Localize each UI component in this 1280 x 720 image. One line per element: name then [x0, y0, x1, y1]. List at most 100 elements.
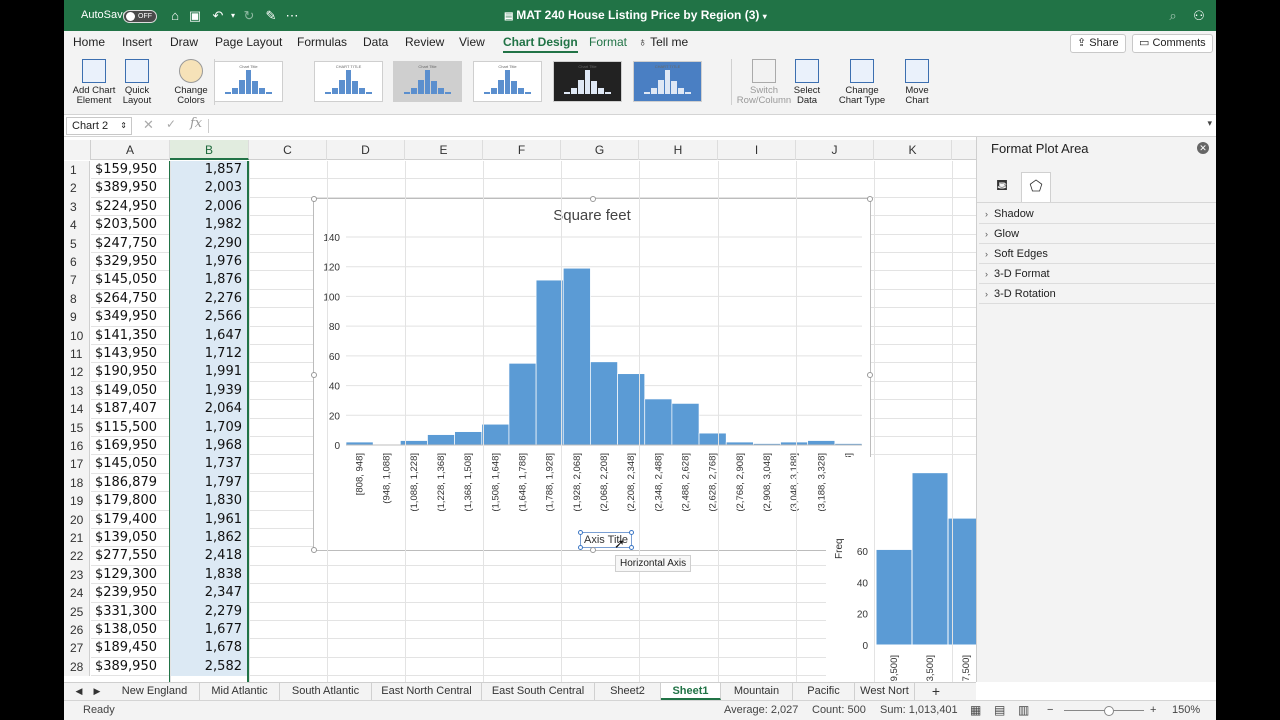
histogram-bar[interactable] — [454, 431, 483, 446]
tab-formulas[interactable]: Formulas — [297, 35, 347, 49]
row-number[interactable]: 3 — [64, 197, 90, 217]
autosave-toggle[interactable]: OFF — [123, 10, 157, 23]
undo-dropdown-icon[interactable]: ▾ — [225, 8, 241, 23]
enter-icon[interactable]: ✓ — [166, 117, 176, 131]
row-number[interactable]: 19 — [64, 492, 90, 511]
row-number[interactable]: 27 — [64, 639, 90, 658]
close-icon[interactable]: ✕ — [1197, 142, 1209, 154]
cell-price[interactable]: $139,050 — [91, 529, 169, 547]
column-header-d[interactable]: D — [327, 140, 405, 160]
chart-resize-handle[interactable] — [311, 372, 317, 378]
chart-resize-handle[interactable] — [867, 372, 873, 378]
zoom-level[interactable]: 150% — [1172, 701, 1200, 720]
section-shadow[interactable]: › Shadow — [979, 204, 1215, 224]
histogram-bar[interactable] — [535, 279, 564, 446]
chart-resize-handle[interactable] — [590, 196, 596, 202]
row-number[interactable]: 16 — [64, 437, 90, 456]
cell-price[interactable]: $329,950 — [91, 253, 169, 271]
edit-icon[interactable]: ✎ — [263, 8, 279, 23]
row-number[interactable]: 5 — [64, 234, 90, 253]
tab-insert[interactable]: Insert — [122, 35, 152, 49]
row-number[interactable]: 18 — [64, 473, 90, 493]
formula-expand-icon[interactable]: ▾ — [1207, 118, 1212, 129]
select-all-corner[interactable] — [64, 140, 91, 160]
row-number[interactable]: 8 — [64, 289, 90, 309]
save-icon[interactable]: ▣ — [187, 8, 203, 23]
more-icon[interactable]: ⋯ — [284, 8, 300, 23]
chart-resize-handle[interactable] — [590, 547, 596, 553]
column-header-c[interactable]: C — [249, 140, 327, 160]
cell-price[interactable]: $115,500 — [91, 419, 169, 437]
row-number[interactable]: 13 — [64, 381, 90, 401]
row-number[interactable]: 25 — [64, 602, 90, 621]
select-data-button[interactable]: Select Data — [792, 59, 822, 106]
sheet-tab-south-atlantic[interactable]: South Atlantic — [280, 683, 372, 700]
histogram-bar[interactable] — [911, 472, 949, 646]
chart-style-3[interactable]: Chart Title — [393, 61, 462, 102]
cell-price[interactable]: $264,750 — [91, 290, 169, 308]
cell-price[interactable]: $203,500 — [91, 216, 169, 234]
sheet-tab-east-north-central[interactable]: East North Central — [372, 683, 482, 700]
row-number[interactable]: 10 — [64, 326, 90, 345]
name-box[interactable]: Chart 2 ⇕ — [66, 117, 132, 135]
histogram-bar[interactable] — [617, 373, 646, 446]
cell-price[interactable]: $145,050 — [91, 455, 169, 473]
cell-price[interactable]: $145,050 — [91, 271, 169, 289]
undo-icon[interactable]: ↶ — [210, 8, 226, 23]
cell-price[interactable]: $141,350 — [91, 327, 169, 345]
row-number[interactable]: 28 — [64, 657, 90, 677]
row-number[interactable]: 7 — [64, 271, 90, 290]
cell-price[interactable]: $277,550 — [91, 547, 169, 565]
effects-tab[interactable]: ⬠ — [1021, 172, 1051, 202]
share-button[interactable]: ⇪ Share — [1070, 34, 1126, 53]
cell-price[interactable]: $187,407 — [91, 400, 169, 418]
column-header-h[interactable]: H — [639, 140, 718, 160]
page-break-view-icon[interactable]: ▥ — [1018, 701, 1029, 720]
cell-price[interactable]: $349,950 — [91, 308, 169, 326]
cell-price[interactable]: $143,950 — [91, 345, 169, 363]
add-sheet-button[interactable]: + — [923, 683, 949, 700]
histogram-bar[interactable] — [644, 398, 673, 446]
insert-function-icon[interactable]: fx — [190, 116, 202, 131]
change-colors-button[interactable]: Change Colors — [171, 59, 211, 106]
sheet-tab-east-south-central[interactable]: East South Central — [482, 683, 595, 700]
cell-price[interactable]: $129,300 — [91, 566, 169, 584]
cell-price[interactable]: $138,050 — [91, 621, 169, 639]
cell-price[interactable]: $179,800 — [91, 492, 169, 510]
scroll-right-icon[interactable]: ▶ — [90, 683, 104, 700]
cell-price[interactable]: $179,400 — [91, 511, 169, 529]
row-number[interactable]: 21 — [64, 529, 90, 548]
tab-format[interactable]: Format — [589, 35, 627, 49]
cell-price[interactable]: $189,450 — [91, 639, 169, 657]
histogram-bar[interactable] — [671, 403, 700, 446]
column-header-j[interactable]: J — [796, 140, 874, 160]
histogram-bar[interactable] — [875, 548, 913, 646]
row-number[interactable]: 17 — [64, 455, 90, 474]
row-number[interactable]: 1 — [64, 161, 90, 180]
row-number[interactable]: 9 — [64, 308, 90, 327]
zoom-out-icon[interactable]: − — [1047, 701, 1053, 720]
chart-style-6[interactable]: CHART TITLE — [633, 61, 702, 102]
section-3d-format[interactable]: › 3-D Format — [979, 264, 1215, 284]
add-chart-element-button[interactable]: Add Chart Element — [70, 59, 118, 106]
worksheet-grid[interactable]: ABCDEFGHIJK 1 $159,950 1,857 2 $389,950 2,003… — [64, 137, 976, 682]
name-box-stepper-icon[interactable]: ⇕ — [120, 118, 127, 134]
quick-layout-button[interactable]: Quick Layout — [119, 59, 155, 106]
tab-data[interactable]: Data — [363, 35, 388, 49]
column-header-e[interactable]: E — [405, 140, 483, 160]
column-header-g[interactable]: G — [561, 140, 639, 160]
switch-row-column-button[interactable]: Switch Row/Column — [736, 59, 792, 106]
chart-style-2[interactable]: CHART TITLE — [314, 61, 383, 102]
page-layout-view-icon[interactable]: ▤ — [994, 701, 1005, 720]
chart-style-4[interactable]: Chart Title — [473, 61, 542, 102]
selection-handle[interactable] — [578, 545, 583, 550]
column-header-b[interactable]: B — [170, 140, 249, 160]
histogram-bar[interactable] — [481, 423, 510, 446]
tab-chart-design[interactable]: Chart Design — [503, 35, 578, 53]
histogram-bar[interactable] — [562, 267, 591, 446]
section-glow[interactable]: › Glow — [979, 224, 1215, 244]
row-number[interactable]: 2 — [64, 179, 90, 198]
column-header-i[interactable]: I — [718, 140, 796, 160]
sheet-tab-mid-atlantic[interactable]: Mid Atlantic — [200, 683, 280, 700]
chart-resize-handle[interactable] — [311, 547, 317, 553]
